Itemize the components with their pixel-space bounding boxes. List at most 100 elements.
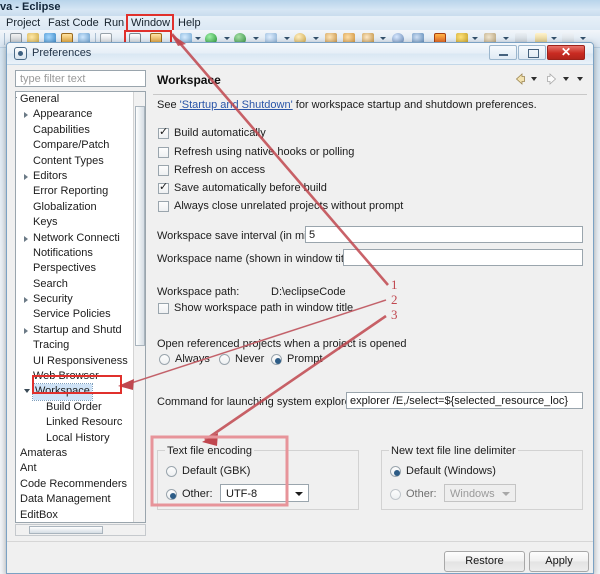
chevron-down-icon[interactable]	[503, 37, 509, 40]
tree-item-label: Amateras	[20, 446, 68, 459]
tree-item-editbox[interactable]: EditBox	[16, 508, 145, 522]
tree-item-linked-resourc[interactable]: Linked Resourc	[16, 415, 145, 430]
encoding-combo[interactable]: UTF-8	[220, 484, 309, 502]
tree-item-workspace[interactable]: Workspace	[16, 383, 145, 401]
tree-vertical-scrollbar[interactable]	[133, 92, 145, 522]
forward-arrow-icon[interactable]	[545, 72, 559, 86]
menu-fast-code[interactable]: Fast Code	[48, 16, 99, 30]
tree-item-perspectives[interactable]: Perspectives	[16, 261, 145, 276]
menu-project[interactable]: Project	[6, 16, 40, 30]
menu-run[interactable]: Run	[104, 16, 124, 30]
chevron-right-icon[interactable]	[24, 327, 28, 334]
command-input[interactable]: explorer /E,/select=${selected_resource_…	[346, 392, 583, 409]
apply-button[interactable]: Apply	[529, 551, 589, 572]
tree-horizontal-scrollbar[interactable]	[15, 524, 146, 536]
chevron-down-icon[interactable]	[16, 97, 17, 101]
workspace-name-input[interactable]	[343, 249, 583, 266]
minimize-button[interactable]	[489, 45, 517, 60]
tree-item-service-policies[interactable]: Service Policies	[16, 307, 145, 322]
tree-item-globalization[interactable]: Globalization	[16, 200, 145, 215]
radio-never[interactable]	[219, 354, 230, 365]
tree-item-content-types[interactable]: Content Types	[16, 154, 145, 169]
eclipse-window-title: va - Eclipse	[0, 1, 61, 13]
radio-prompt[interactable]	[271, 354, 282, 365]
tree-item-editors[interactable]: Editors	[16, 169, 145, 184]
checkbox-refresh-on-access[interactable]	[158, 165, 169, 176]
tree-item-amateras[interactable]: Amateras	[16, 446, 145, 461]
forward-dropdown-icon[interactable]	[562, 77, 569, 81]
delimiter-other-radio[interactable]	[390, 489, 401, 500]
delimiter-combo[interactable]: Windows	[444, 484, 516, 502]
tree-item-appearance[interactable]: Appearance	[16, 107, 145, 122]
tree-hscroll-thumb[interactable]	[29, 526, 103, 534]
chevron-down-icon[interactable]	[295, 492, 303, 496]
chevron-down-icon[interactable]	[313, 37, 319, 40]
tree-item-local-history[interactable]: Local History	[16, 431, 145, 446]
workspace-settings-panel: See 'Startup and Shutdown' for workspace…	[153, 95, 587, 523]
view-menu-icon[interactable]	[577, 77, 583, 81]
encoding-other-radio[interactable]	[166, 489, 177, 500]
chevron-down-icon[interactable]	[195, 37, 201, 40]
delimiter-other-label: Other:	[406, 488, 437, 500]
chevron-right-icon[interactable]	[24, 297, 28, 304]
tree-item-label: Service Policies	[33, 308, 111, 321]
restore-defaults-button[interactable]: Restore Defaults	[444, 551, 525, 572]
tree-item-startup-and-shutd[interactable]: Startup and Shutd	[16, 323, 145, 338]
tree-item-tracing[interactable]: Tracing	[16, 338, 145, 353]
chevron-down-icon[interactable]	[551, 37, 557, 40]
chevron-down-icon[interactable]	[472, 37, 478, 40]
preferences-tree[interactable]: General Appearance Capabilities Compare/Pat…	[15, 91, 146, 523]
tree-item-search[interactable]: Search	[16, 277, 145, 292]
tree-item-label: Keys	[33, 216, 58, 229]
tree-item-ant[interactable]: Ant	[16, 461, 145, 476]
startup-shutdown-link[interactable]: 'Startup and Shutdown'	[180, 99, 293, 111]
tree-item-security[interactable]: Security	[16, 292, 145, 307]
maximize-button[interactable]	[518, 45, 546, 60]
tree-item-compare-patch[interactable]: Compare/Patch	[16, 138, 145, 153]
chevron-down-icon[interactable]	[224, 37, 230, 40]
show-workspace-path-label: Show workspace path in window title	[174, 302, 354, 314]
chevron-down-icon[interactable]	[253, 37, 259, 40]
checkbox-always-close-unrelated-projects-without-prompt[interactable]	[158, 201, 169, 212]
tree-item-data-management[interactable]: Data Management	[16, 492, 145, 507]
radio-always[interactable]	[159, 354, 170, 365]
tree-item-general[interactable]: General	[16, 92, 145, 107]
show-workspace-path-checkbox[interactable]	[158, 303, 169, 314]
tree-item-notifications[interactable]: Notifications	[16, 246, 145, 261]
chevron-right-icon[interactable]	[24, 112, 28, 119]
back-arrow-icon[interactable]	[513, 72, 527, 86]
chevron-down-icon[interactable]	[502, 492, 510, 496]
filter-input[interactable]: type filter text	[15, 70, 146, 87]
workspace-name-label: Workspace name (shown in window title):	[157, 253, 360, 265]
radio-prompt-label: Prompt	[287, 353, 323, 365]
chevron-right-icon[interactable]	[24, 235, 28, 242]
checkbox-build-automatically[interactable]	[158, 126, 169, 139]
line-delimiter-title: New text file line delimiter	[389, 445, 518, 457]
checkbox-label: Refresh using native hooks or polling	[174, 146, 355, 158]
close-button[interactable]: ✕	[547, 45, 585, 60]
tree-vscroll-thumb[interactable]	[135, 106, 145, 346]
menu-help[interactable]: Help	[178, 16, 201, 30]
eclipse-menubar[interactable]: Project Fast Code Run Window Help	[0, 14, 600, 33]
tree-item-network-connecti[interactable]: Network Connecti	[16, 231, 145, 246]
checkbox-refresh-using-native-hooks-or-polling[interactable]	[158, 147, 169, 158]
chevron-down-icon[interactable]	[284, 37, 290, 40]
tree-item-capabilities[interactable]: Capabilities	[16, 123, 145, 138]
tree-item-web-browser[interactable]: Web Browser	[16, 369, 145, 384]
tree-item-build-order[interactable]: Build Order	[16, 400, 145, 415]
chevron-down-icon[interactable]	[380, 37, 386, 40]
tree-item-keys[interactable]: Keys	[16, 215, 145, 230]
chevron-right-icon[interactable]	[24, 173, 28, 180]
save-interval-input[interactable]: 5	[305, 226, 583, 243]
encoding-default-radio[interactable]	[166, 466, 177, 477]
tree-item-label: Tracing	[33, 339, 70, 352]
tree-item-code-recommenders[interactable]: Code Recommenders	[16, 477, 145, 492]
tree-item-ui-responsiveness[interactable]: UI Responsiveness	[16, 354, 145, 369]
command-label: Command for launching system explorer:	[157, 396, 358, 408]
delimiter-default-radio[interactable]	[390, 466, 401, 477]
chevron-down-icon[interactable]	[580, 37, 586, 40]
tree-item-error-reporting[interactable]: Error Reporting	[16, 184, 145, 199]
back-dropdown-icon[interactable]	[530, 77, 537, 81]
chevron-down-icon[interactable]	[24, 389, 30, 394]
checkbox-save-automatically-before-build[interactable]	[158, 181, 169, 194]
